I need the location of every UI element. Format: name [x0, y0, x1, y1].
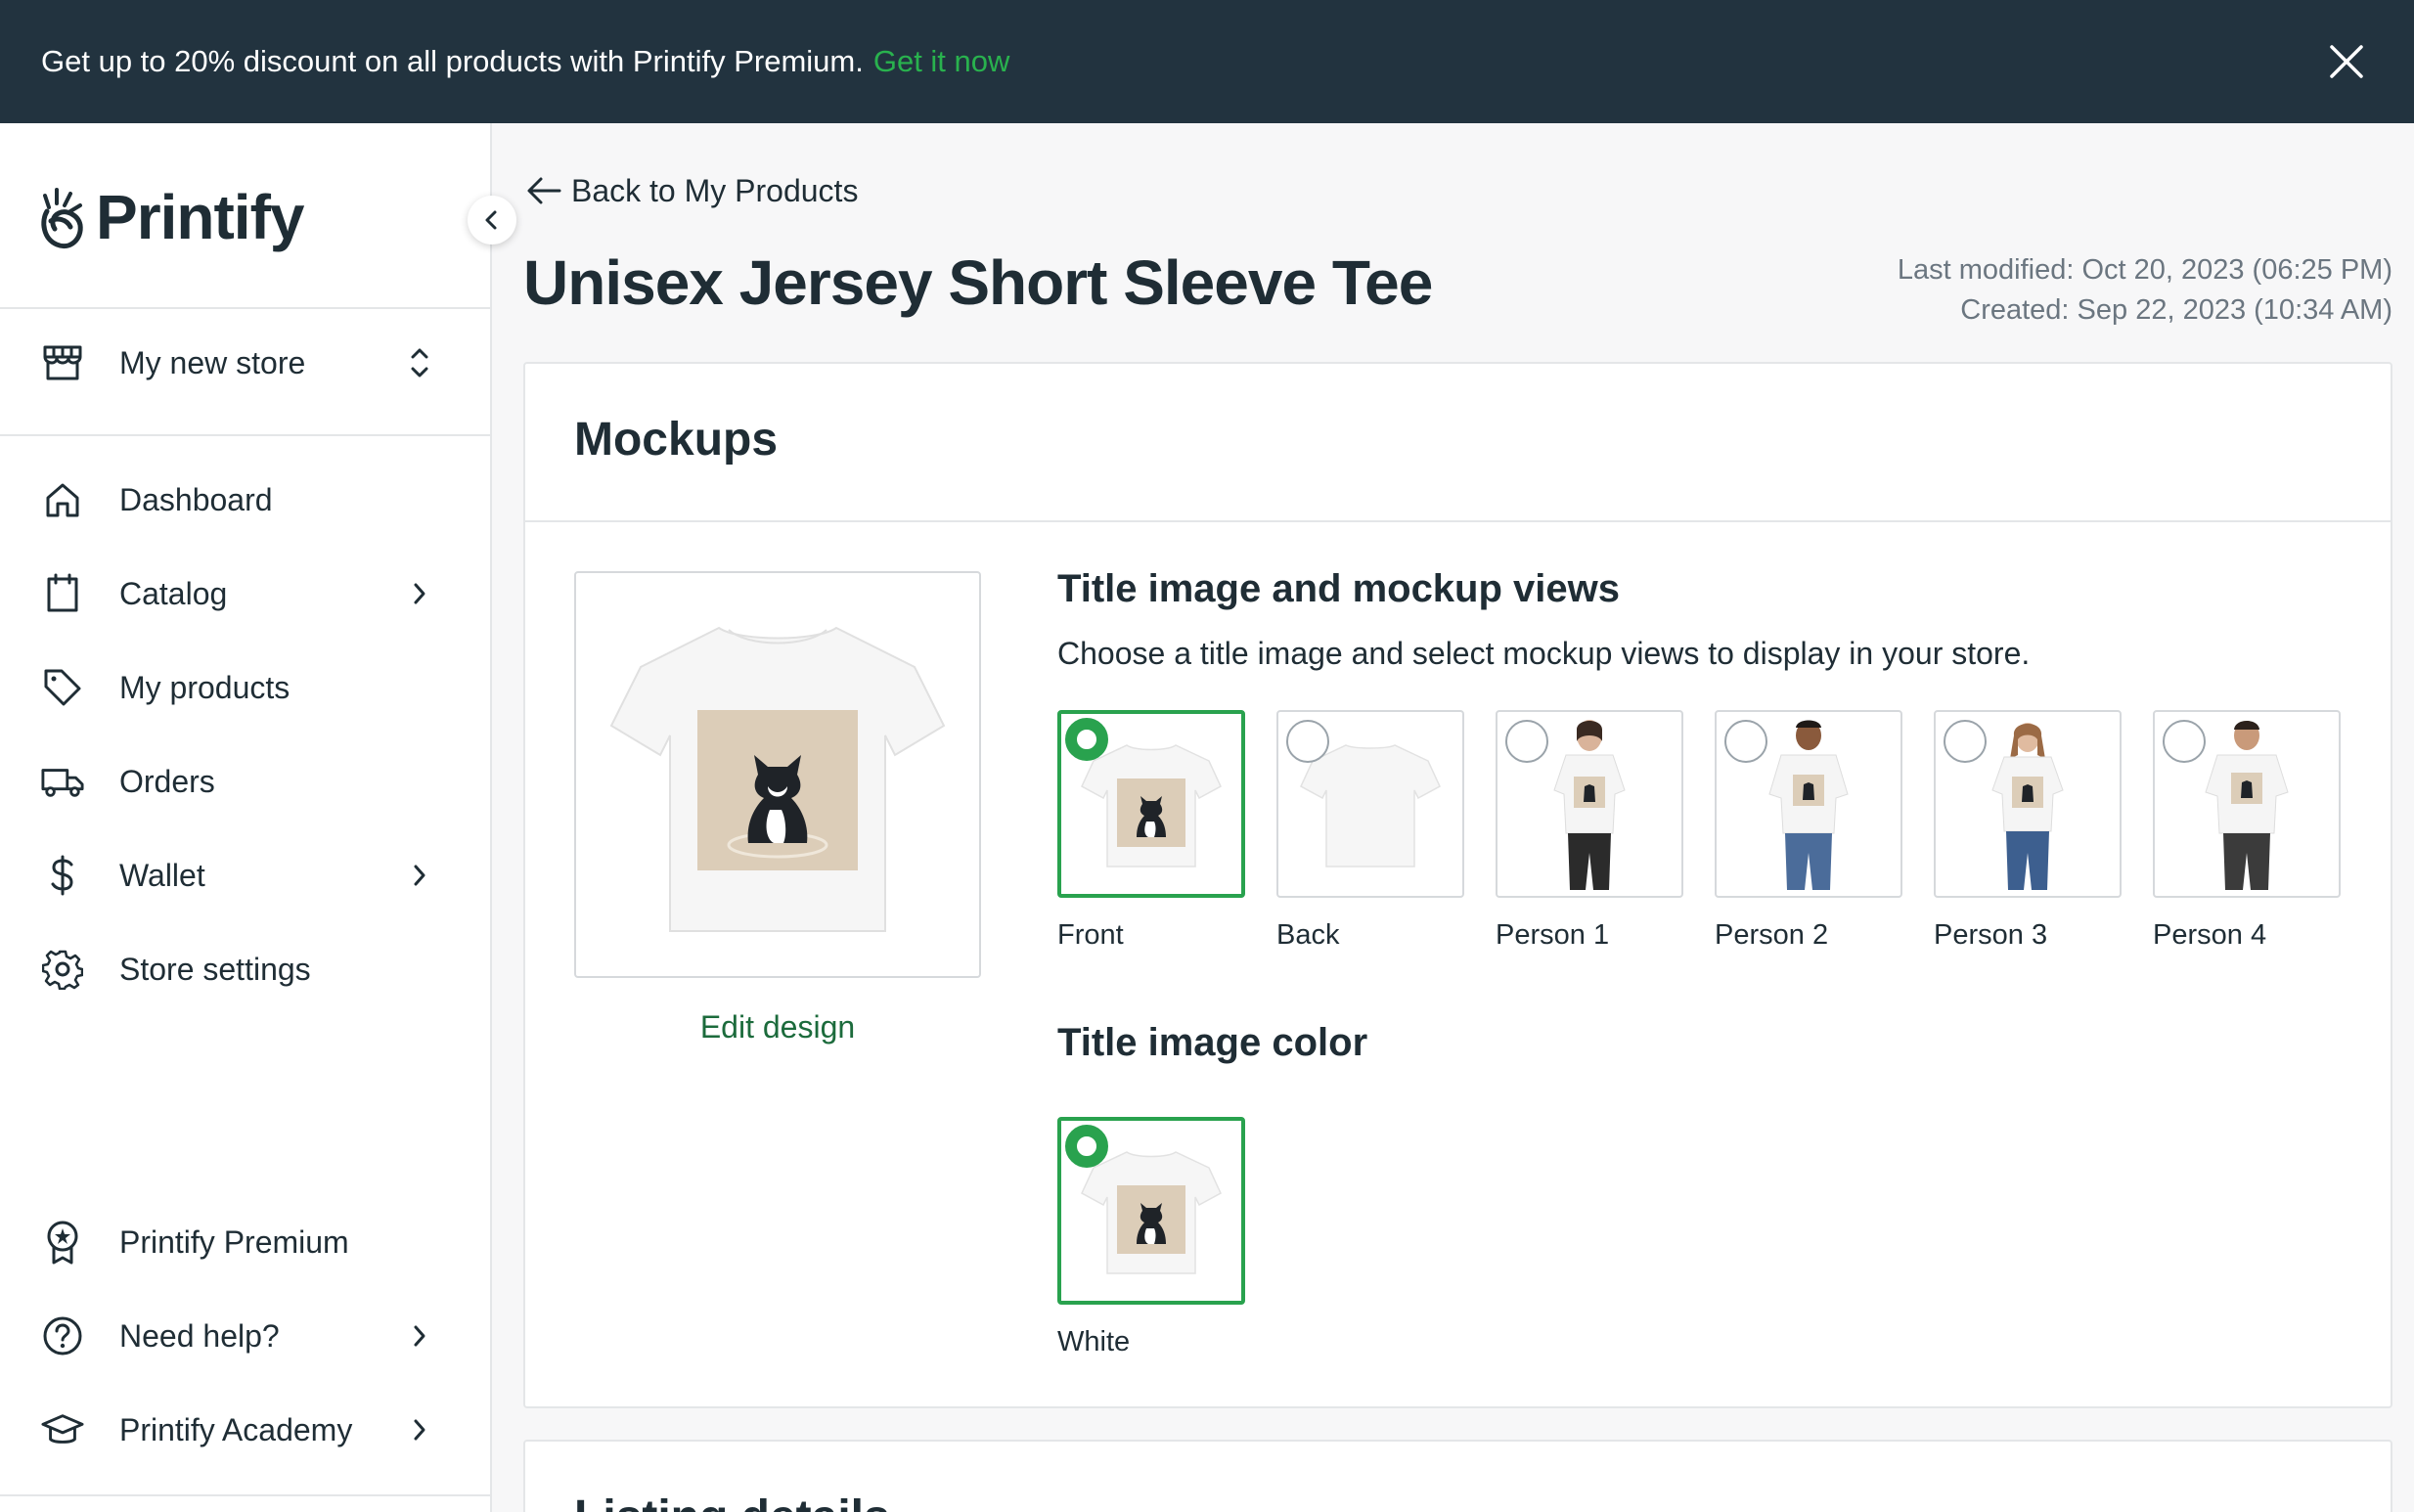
- product-meta: Last modified: Oct 20, 2023 (06:25 PM) C…: [1898, 250, 2392, 331]
- sidebar: Printify My new store Dashboard Catalog …: [0, 123, 492, 1512]
- mockups-title: Mockups: [574, 414, 779, 466]
- sidebar-item-my-products[interactable]: My products: [0, 648, 492, 727]
- color-label: White: [1057, 1326, 1131, 1357]
- view-radio[interactable]: [1286, 720, 1329, 763]
- listing-details-card: Listing details: [523, 1440, 2392, 1512]
- dollar-icon: [41, 854, 84, 897]
- view-radio-selected[interactable]: [1065, 718, 1108, 761]
- chevron-left-icon: [485, 210, 497, 230]
- truck-icon: [41, 760, 84, 803]
- view-label: Front: [1057, 919, 1124, 951]
- sidebar-item-dashboard[interactable]: Dashboard: [0, 461, 492, 539]
- arrow-left-icon: [527, 177, 561, 204]
- mockups-card: Mockups Edit design Title image and mock…: [523, 362, 2392, 1408]
- sidebar-item-wallet[interactable]: Wallet: [0, 836, 492, 914]
- page-title: Unisex Jersey Short Sleeve Tee: [523, 247, 1433, 318]
- person-4-thumbnail: [2205, 721, 2289, 890]
- mockup-view-person-4[interactable]: [2153, 710, 2341, 898]
- gear-icon: [41, 948, 84, 991]
- edit-design-link[interactable]: Edit design: [574, 1009, 981, 1045]
- sidebar-item-store-settings[interactable]: Store settings: [0, 930, 492, 1008]
- sidebar-item-label: Orders: [119, 763, 215, 799]
- promo-banner: Get up to 20% discount on all products w…: [0, 0, 2414, 123]
- mockups-card-header: Mockups: [525, 364, 2391, 522]
- help-icon: [41, 1314, 84, 1357]
- view-label: Person 4: [2153, 919, 2267, 951]
- view-label: Person 1: [1496, 919, 1610, 951]
- mockup-view-front[interactable]: [1057, 710, 1245, 898]
- mockup-view-person-3[interactable]: [1934, 710, 2122, 898]
- person-1-thumbnail: [1553, 720, 1626, 890]
- sidebar-item-printify-premium[interactable]: Printify Premium: [0, 1203, 492, 1281]
- close-icon[interactable]: [2328, 43, 2365, 80]
- sidebar-item-label: Catalog: [119, 575, 228, 611]
- printify-logo[interactable]: Printify: [37, 178, 304, 256]
- clipboard-icon: [41, 572, 84, 615]
- logo-text: Printify: [96, 182, 304, 252]
- view-radio[interactable]: [1505, 720, 1548, 763]
- sidebar-item-label: Printify Academy: [119, 1411, 353, 1447]
- home-icon: [41, 478, 84, 521]
- back-link-label: Back to My Products: [571, 172, 859, 208]
- sidebar-item-label: Store settings: [119, 951, 311, 987]
- store-icon: [41, 341, 84, 384]
- view-label: Person 2: [1715, 919, 1829, 951]
- back-to-products-link[interactable]: Back to My Products: [524, 166, 858, 215]
- last-modified: Last modified: Oct 20, 2023 (06:25 PM): [1897, 254, 2392, 286]
- sidebar-item-label: Dashboard: [119, 481, 273, 517]
- divider: [0, 434, 492, 436]
- graduation-cap-icon: [41, 1408, 84, 1451]
- sidebar-item-label: Need help?: [119, 1317, 280, 1354]
- award-icon: [41, 1221, 84, 1265]
- view-radio[interactable]: [1944, 720, 1987, 763]
- views-section-subtitle: Choose a title image and select mockup v…: [1057, 636, 2031, 671]
- views-section-title: Title image and mockup views: [1057, 567, 1620, 610]
- view-label: Person 3: [1934, 919, 2048, 951]
- mockup-view-person-1[interactable]: [1496, 710, 1683, 898]
- promo-text: Get up to 20% discount on all products w…: [41, 44, 864, 78]
- sidebar-item-label: My products: [119, 669, 291, 705]
- person-3-thumbnail: [1991, 723, 2064, 890]
- store-name: My new store: [119, 344, 306, 380]
- sidebar-item-catalog[interactable]: Catalog: [0, 555, 492, 633]
- sidebar-item-printify-academy[interactable]: Printify Academy: [0, 1391, 492, 1469]
- mockup-view-person-2[interactable]: [1715, 710, 1902, 898]
- listing-details-title: Listing details: [574, 1490, 890, 1512]
- mockup-preview-image: [574, 571, 981, 978]
- view-label: Back: [1276, 919, 1340, 951]
- collapse-sidebar-button[interactable]: [468, 196, 516, 245]
- person-2-thumbnail: [1768, 720, 1849, 890]
- created-date: Created: Sep 22, 2023 (10:34 AM): [1960, 294, 2392, 326]
- chevron-right-icon: [405, 1321, 434, 1351]
- get-it-now-link[interactable]: Get it now: [873, 44, 1010, 79]
- store-switcher[interactable]: My new store: [0, 309, 492, 417]
- divider: [0, 1494, 492, 1496]
- view-radio[interactable]: [2163, 720, 2206, 763]
- sidebar-item-label: Wallet: [119, 857, 205, 893]
- color-section-title: Title image color: [1057, 1021, 1368, 1064]
- color-radio-selected[interactable]: [1065, 1125, 1108, 1168]
- chevron-right-icon: [405, 861, 434, 890]
- chevron-up-down-icon: [405, 341, 434, 384]
- chevron-right-icon: [405, 1415, 434, 1445]
- chevron-right-icon: [405, 579, 434, 608]
- mockup-view-back[interactable]: [1276, 710, 1464, 898]
- sidebar-item-orders[interactable]: Orders: [0, 742, 492, 821]
- printify-logo-icon: [41, 188, 83, 248]
- view-radio[interactable]: [1724, 720, 1767, 763]
- color-option-white[interactable]: [1057, 1117, 1245, 1305]
- sidebar-item-need-help[interactable]: Need help?: [0, 1297, 492, 1375]
- tag-icon: [41, 666, 84, 709]
- sidebar-item-label: Printify Premium: [119, 1223, 349, 1260]
